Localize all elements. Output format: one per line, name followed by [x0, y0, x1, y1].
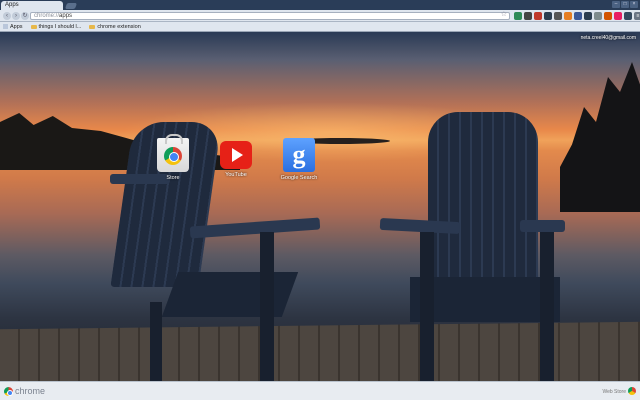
tab-title: Apps — [5, 2, 19, 8]
new-tab-button[interactable] — [64, 3, 78, 9]
extension-icon[interactable] — [604, 12, 612, 20]
close-button[interactable]: × — [630, 1, 638, 8]
chrome-wordmark: chrome — [15, 386, 46, 396]
maximize-button[interactable]: □ — [621, 1, 629, 8]
bookmark-label: chrome extension — [97, 23, 141, 30]
app-store[interactable]: Store — [148, 134, 198, 181]
bookmarks-bar: Apps things I should l... chrome extensi… — [0, 22, 640, 32]
extension-icon[interactable] — [514, 12, 522, 20]
extension-icon[interactable] — [624, 12, 632, 20]
url-scheme: chrome:// — [34, 13, 60, 19]
toolbar: ‹ › ↻ chrome://apps ☆ ≡ — [0, 10, 640, 22]
wallpaper-trees — [560, 62, 640, 212]
forward-icon[interactable]: › — [12, 12, 20, 20]
bookmark-folder-things[interactable]: things I should l... — [30, 23, 82, 30]
google-search-icon: g — [283, 138, 315, 172]
apps-grid-icon — [3, 24, 8, 29]
extension-icon[interactable] — [544, 12, 552, 20]
star-icon[interactable]: ☆ — [501, 11, 507, 18]
menu-icon[interactable]: ≡ — [634, 12, 640, 20]
app-youtube[interactable]: YouTube — [211, 138, 261, 181]
bookmark-label: things I should l... — [38, 23, 82, 30]
window-controls: – □ × — [612, 1, 638, 8]
extension-icon[interactable] — [614, 12, 622, 20]
app-google-search[interactable]: g Google Search — [274, 138, 324, 181]
app-label: Google Search — [280, 175, 318, 181]
chrome-logo-icon — [4, 387, 13, 396]
apps-page: neta.creel40@gmail.com Store YouTube g G… — [0, 32, 640, 381]
folder-icon — [30, 24, 37, 29]
youtube-icon — [220, 141, 252, 169]
bottom-bar: chrome Web Store — [0, 381, 640, 400]
tab-strip: Apps – □ × — [0, 0, 640, 10]
reload-icon[interactable]: ↻ — [21, 12, 29, 20]
extension-icon[interactable] — [584, 12, 592, 20]
folder-icon — [89, 24, 96, 29]
bookmark-apps[interactable]: Apps — [3, 24, 23, 30]
extension-icon[interactable] — [534, 12, 542, 20]
url-path: apps — [59, 13, 73, 19]
tab-apps[interactable]: Apps — [1, 1, 63, 10]
extension-icon[interactable] — [564, 12, 572, 20]
store-icon — [157, 134, 189, 172]
app-label: YouTube — [225, 172, 247, 178]
app-grid: Store YouTube g Google Search — [148, 134, 324, 181]
omnibox[interactable]: chrome://apps ☆ — [30, 11, 510, 20]
app-label: Store — [166, 175, 180, 181]
extension-icon[interactable] — [554, 12, 562, 20]
account-email[interactable]: neta.creel40@gmail.com — [581, 35, 636, 41]
web-store-icon[interactable] — [628, 387, 636, 395]
extension-icon[interactable] — [574, 12, 582, 20]
web-store-link[interactable]: Web Store — [602, 389, 626, 395]
back-icon[interactable]: ‹ — [3, 12, 11, 20]
bookmark-label: Apps — [10, 23, 23, 30]
bookmark-folder-chrome-extension[interactable]: chrome extension — [89, 23, 141, 30]
wallpaper-chair-right — [379, 112, 570, 381]
extension-icon[interactable] — [524, 12, 532, 20]
extension-icons: ≡ — [514, 12, 640, 20]
minimize-button[interactable]: – — [612, 1, 620, 8]
extension-icon[interactable] — [594, 12, 602, 20]
